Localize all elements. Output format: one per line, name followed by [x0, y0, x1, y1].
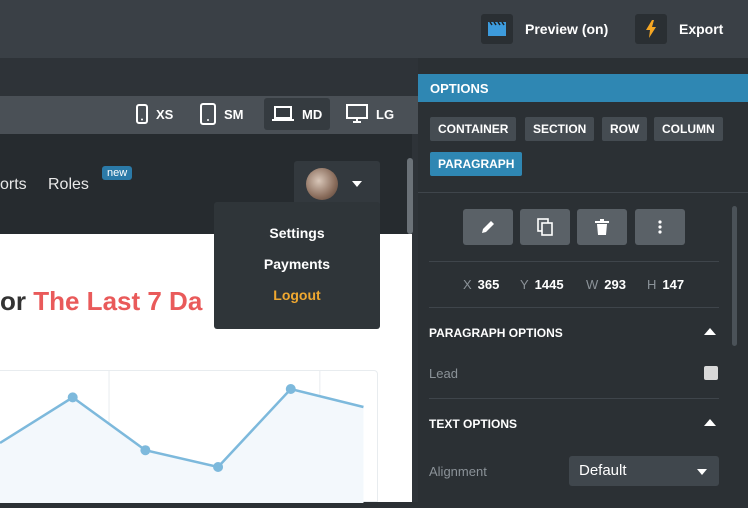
- coord-y-value: 1445: [534, 277, 564, 292]
- menu-item-logout[interactable]: Logout: [214, 287, 380, 303]
- device-lg-button[interactable]: LG: [338, 98, 402, 130]
- chart-point[interactable]: [67, 392, 78, 403]
- lead-checkbox[interactable]: [704, 366, 718, 380]
- caret-down-icon[interactable]: [352, 181, 362, 187]
- video-icon: [481, 14, 513, 44]
- chart-point[interactable]: [140, 445, 151, 456]
- heading-highlight: The Last 7 Da: [33, 286, 203, 316]
- page-heading: or The Last 7 Da: [0, 286, 202, 317]
- trash-icon: [595, 219, 609, 235]
- coord-h: H 147: [647, 277, 684, 292]
- phone-icon: [136, 104, 148, 124]
- device-md-label: MD: [302, 106, 323, 122]
- delete-button[interactable]: [577, 209, 627, 245]
- chevron-down-icon: [697, 469, 707, 475]
- alignment-value: Default: [579, 462, 627, 479]
- chip-container[interactable]: CONTAINER: [430, 117, 517, 141]
- divider: [429, 398, 719, 399]
- coord-x: X 365: [463, 277, 499, 292]
- line-chart: [0, 371, 364, 503]
- chart-point[interactable]: [285, 384, 296, 394]
- preview-label: Preview (on): [525, 21, 609, 37]
- chart-area: [0, 389, 364, 503]
- device-xs-label: XS: [156, 106, 174, 122]
- nav-link-roles[interactable]: Roles: [48, 176, 89, 194]
- panel-scrollbar[interactable]: [732, 206, 737, 346]
- chip-row[interactable]: ROW: [602, 117, 648, 141]
- preview-button[interactable]: Preview (on): [481, 13, 608, 45]
- pencil-icon: [482, 221, 494, 233]
- coord-y: Y 1445: [520, 277, 564, 292]
- device-sm-button[interactable]: SM: [192, 98, 252, 130]
- new-badge: new: [102, 166, 133, 180]
- chip-paragraph[interactable]: PARAGRAPH: [430, 152, 523, 176]
- lightning-icon: [635, 14, 667, 44]
- collapse-icon[interactable]: [704, 328, 716, 335]
- alignment-label: Alignment: [429, 464, 487, 479]
- coord-x-value: 365: [477, 277, 500, 292]
- nav-link-reports[interactable]: orts: [0, 176, 27, 194]
- menu-item-settings[interactable]: Settings: [214, 225, 380, 241]
- coord-w-label: W: [586, 277, 599, 292]
- lead-label: Lead: [429, 366, 458, 381]
- text-options-title[interactable]: TEXT OPTIONS: [429, 417, 517, 431]
- edit-button[interactable]: [463, 209, 513, 245]
- tablet-icon: [200, 103, 216, 125]
- export-button[interactable]: Export: [635, 13, 723, 45]
- copy-icon: [537, 218, 553, 236]
- device-md-button[interactable]: MD: [264, 98, 331, 130]
- canvas-scrollbar[interactable]: [407, 158, 413, 234]
- chip-section[interactable]: SECTION: [525, 117, 595, 141]
- divider: [429, 307, 719, 308]
- export-label: Export: [679, 21, 724, 37]
- divider: [418, 192, 748, 193]
- alignment-select[interactable]: Default: [569, 456, 719, 486]
- coord-h-label: H: [647, 277, 657, 292]
- coord-x-label: X: [463, 277, 472, 292]
- device-lg-label: LG: [376, 106, 395, 122]
- coord-h-value: 147: [662, 277, 685, 292]
- coord-w: W 293: [586, 277, 626, 292]
- avatar[interactable]: [306, 168, 338, 200]
- duplicate-button[interactable]: [520, 209, 570, 245]
- chart-frame: [0, 370, 378, 503]
- chart-point[interactable]: [213, 462, 224, 472]
- menu-item-payments[interactable]: Payments: [214, 256, 380, 272]
- coord-y-label: Y: [520, 277, 529, 292]
- options-title: OPTIONS: [418, 74, 748, 102]
- desktop-icon: [346, 104, 368, 123]
- chip-column[interactable]: COLUMN: [654, 117, 723, 141]
- laptop-icon: [272, 106, 294, 121]
- heading-prefix: or: [0, 286, 26, 316]
- more-button[interactable]: [635, 209, 685, 245]
- more-vertical-icon: [658, 220, 662, 234]
- coord-w-value: 293: [604, 277, 626, 292]
- collapse-icon[interactable]: [704, 419, 716, 426]
- paragraph-options-title[interactable]: PARAGRAPH OPTIONS: [429, 326, 563, 340]
- divider: [429, 261, 719, 262]
- device-xs-button[interactable]: XS: [128, 98, 181, 130]
- device-sm-label: SM: [224, 106, 244, 122]
